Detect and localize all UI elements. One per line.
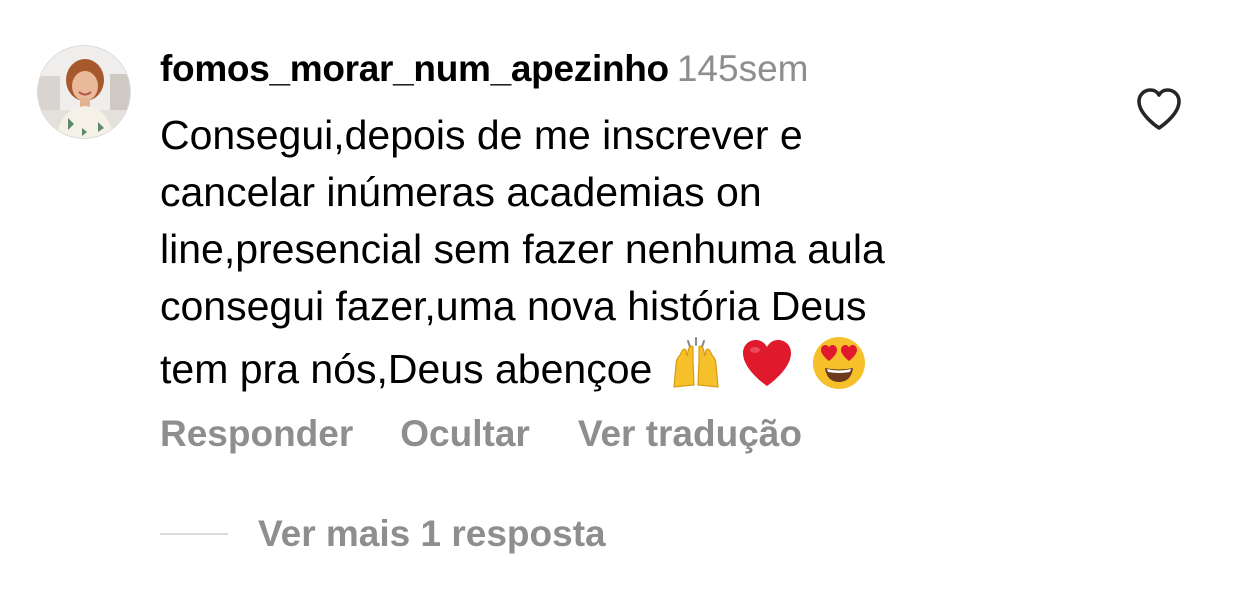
comment-text-last-line: tem pra nós,Deus abençoe bbox=[160, 335, 1060, 398]
heart-eyes-emoji bbox=[811, 335, 867, 391]
comment-header: fomos_morar_num_apezinho 145sem bbox=[160, 46, 809, 92]
reply-button[interactable]: Responder bbox=[160, 410, 353, 458]
heart-outline-icon[interactable] bbox=[1135, 86, 1183, 132]
comment-text: Consegui,depois de me inscrever e cancel… bbox=[160, 107, 1060, 398]
replies-divider bbox=[160, 533, 228, 535]
comment-text-line: line,presencial sem fazer nenhuma aula bbox=[160, 226, 885, 272]
view-replies-button[interactable]: Ver mais 1 resposta bbox=[160, 510, 606, 558]
hide-button[interactable]: Ocultar bbox=[400, 410, 530, 458]
view-replies-label: Ver mais 1 resposta bbox=[258, 513, 606, 554]
comment-text-line: tem pra nós,Deus abençoe bbox=[160, 346, 653, 392]
comment-item: fomos_morar_num_apezinho 145sem Consegui,… bbox=[0, 0, 1235, 597]
comment-text-line: Consegui,depois de me inscrever e bbox=[160, 112, 803, 158]
username-link[interactable]: fomos_morar_num_apezinho bbox=[160, 48, 669, 89]
red-heart-emoji bbox=[739, 335, 795, 391]
translate-button[interactable]: Ver tradução bbox=[578, 410, 802, 458]
avatar[interactable] bbox=[37, 45, 131, 139]
profile-photo bbox=[38, 46, 130, 138]
comment-text-line: cancelar inúmeras academias on bbox=[160, 169, 762, 215]
raising-hands-emoji bbox=[668, 335, 724, 391]
comment-actions: Responder Ocultar Ver tradução bbox=[160, 410, 802, 458]
timestamp: 145sem bbox=[676, 48, 809, 89]
comment-text-line: consegui fazer,uma nova história Deus bbox=[160, 283, 867, 329]
